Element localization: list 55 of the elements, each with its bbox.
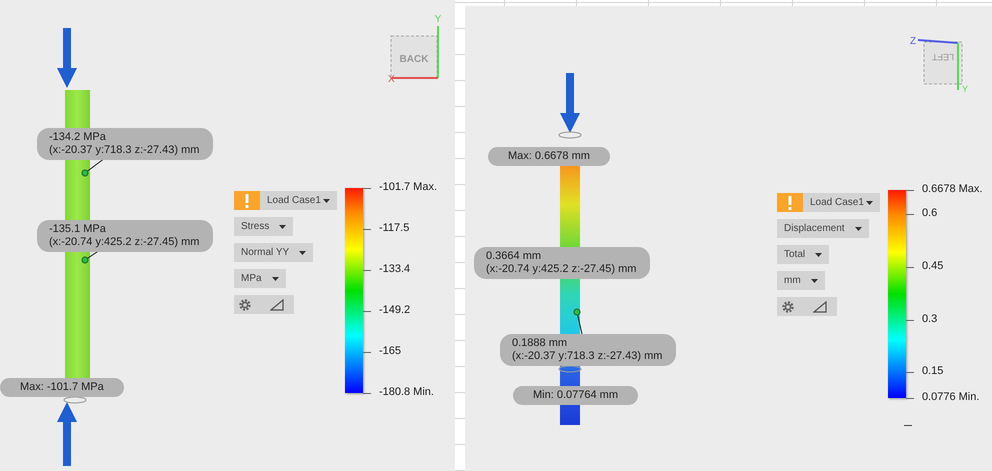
extreme-label: Max: -101.7 MPa <box>0 378 124 397</box>
caret-icon <box>322 198 330 202</box>
probe-label: 0.3664 mm (x:-20.74 y:425.2 z:-27.45) mm <box>474 247 650 279</box>
load-case-dropdown[interactable]: Load Case1 <box>260 191 337 210</box>
scale-label: 0.15 <box>922 365 944 378</box>
probe-label: -135.1 MPa (x:-20.74 y:425.2 z:-27.45) mm <box>37 220 214 252</box>
constraint-ring <box>558 366 582 372</box>
load-case-dropdown[interactable]: Load Case1 <box>803 193 880 212</box>
probe-point <box>574 308 580 316</box>
component-dropdown[interactable]: Total <box>777 245 830 264</box>
triangle-icon[interactable] <box>270 298 284 310</box>
scale-label: -165 <box>378 345 401 358</box>
triangle-icon[interactable] <box>813 300 827 312</box>
caret-icon <box>815 252 822 256</box>
leader-line <box>84 158 106 174</box>
scale-label: 0.6678 Max. <box>922 183 982 195</box>
probe-label: 0.1888 mm (x:-20.37 y:718.3 z:-27.43) mm <box>500 334 676 366</box>
probe-point <box>82 256 88 264</box>
scale-label: -149.2 <box>378 304 410 316</box>
scale-label: -180.8 Min. <box>378 386 434 398</box>
load-arrow <box>57 28 77 88</box>
view-cube[interactable]: BACK Y X <box>386 8 455 88</box>
warning-icon[interactable] <box>777 193 803 212</box>
scale-label: 0.45 <box>922 260 944 272</box>
caret-icon <box>299 250 306 254</box>
result-type-dropdown[interactable]: Displacement <box>777 219 869 238</box>
unit-dropdown[interactable]: mm <box>777 271 825 290</box>
scale-label: 0.3 <box>922 312 938 325</box>
caret-icon <box>272 276 279 280</box>
view-cube[interactable]: LEFT Z Y <box>910 12 980 92</box>
constraint-ring <box>64 396 86 404</box>
extreme-label: Min: 0.07764 mm <box>513 386 638 405</box>
caret-icon <box>279 224 286 228</box>
component-dropdown[interactable]: Normal YY <box>234 243 314 262</box>
settings-icon[interactable] <box>781 300 795 314</box>
caret-icon <box>810 278 818 282</box>
result-type-dropdown[interactable]: Stress <box>234 217 294 236</box>
probe-point <box>82 170 88 176</box>
warning-icon[interactable] <box>234 191 260 210</box>
scale-label: 0.6 <box>922 206 938 219</box>
scale-label: -117.5 <box>378 222 410 234</box>
caret-icon <box>854 226 862 230</box>
constraint-ring <box>558 132 582 138</box>
load-arrow <box>560 73 580 133</box>
settings-icon[interactable] <box>238 298 252 312</box>
probe-label: -134.2 MPa (x:-20.37 y:718.3 z:-27.43) mm <box>37 128 214 160</box>
unit-dropdown[interactable]: MPa <box>234 269 286 288</box>
scale-label: -133.4 <box>378 263 410 276</box>
leader-line <box>84 250 100 260</box>
scale-label: -101.7 Max. <box>378 181 438 193</box>
tick-mark <box>904 425 912 426</box>
extreme-label: Max: 0.6678 mm <box>488 147 610 166</box>
caret-icon <box>866 200 873 204</box>
scale-label: 0.0776 Min. <box>922 391 980 403</box>
load-arrow <box>57 402 77 466</box>
